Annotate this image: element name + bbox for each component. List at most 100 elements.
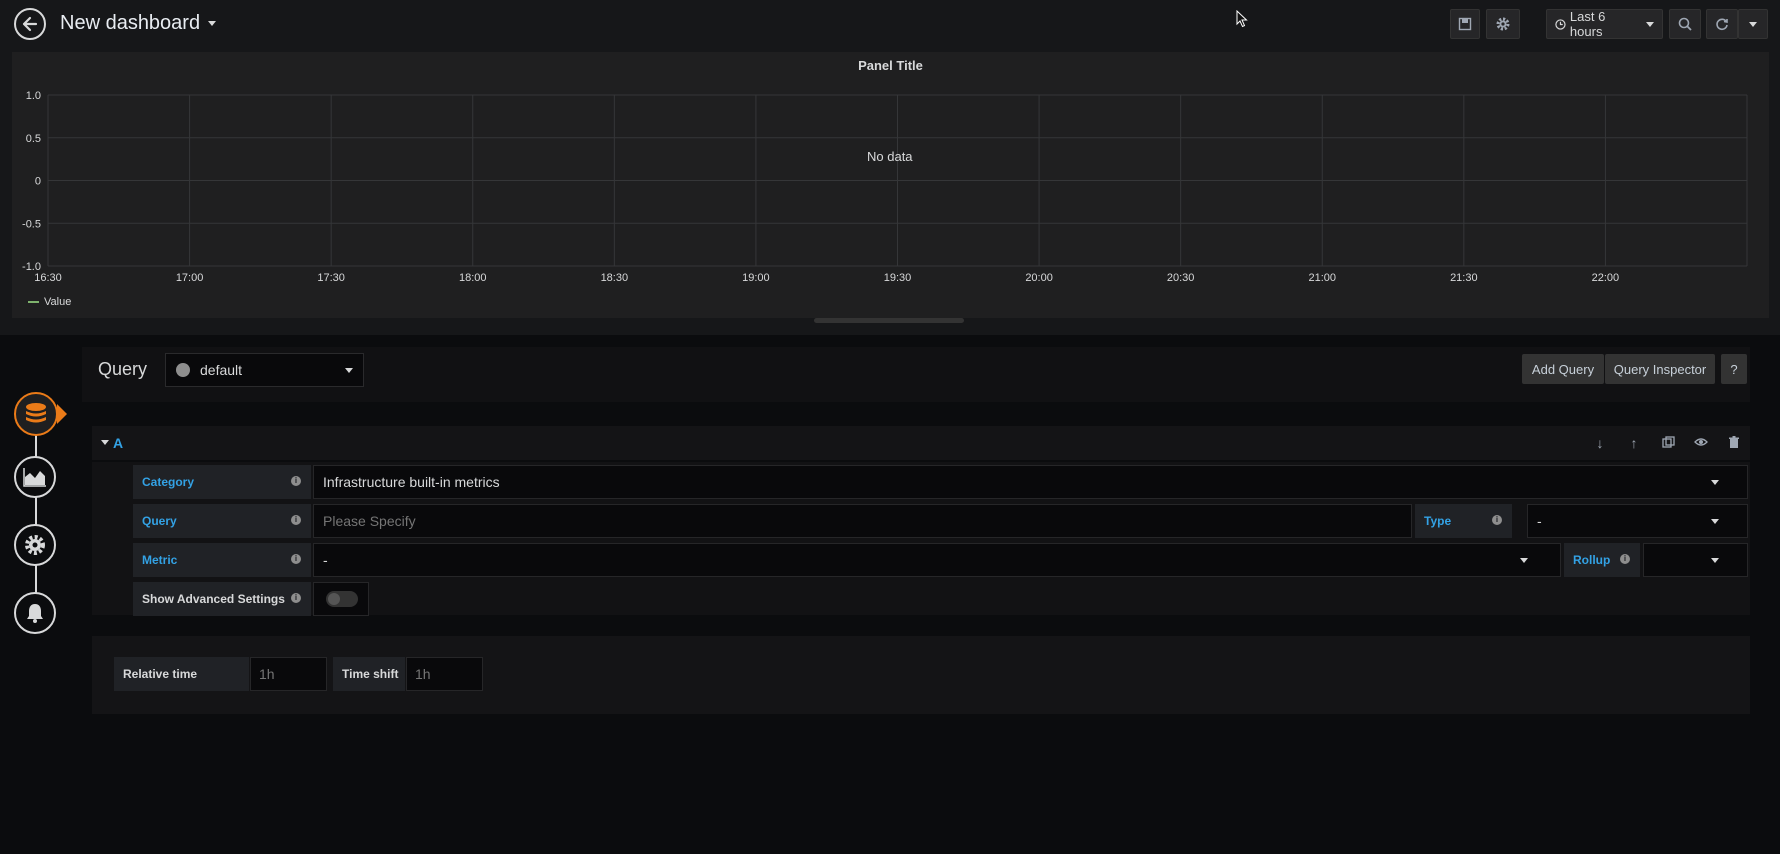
- rollup-select[interactable]: [1643, 543, 1748, 577]
- legend: Value: [28, 296, 71, 308]
- dashboard-title-text: New dashboard: [60, 12, 201, 34]
- advanced-settings-toggle[interactable]: [326, 591, 358, 607]
- zoom-out-icon: [1678, 17, 1692, 31]
- no-data-label: No data: [867, 149, 913, 164]
- collapse-caret-icon[interactable]: [101, 440, 109, 445]
- time-picker-button[interactable]: Last 6 hours: [1546, 9, 1663, 39]
- type-label-text: Type: [1424, 514, 1452, 528]
- chevron-down-icon: [1749, 21, 1757, 27]
- metric-select[interactable]: -: [313, 543, 1561, 577]
- query-field-label-text: Query: [142, 514, 177, 528]
- x-tick-label: 16:30: [34, 272, 62, 284]
- datasource-value: default: [200, 362, 243, 378]
- save-button[interactable]: [1450, 9, 1480, 39]
- gear-icon: [25, 535, 45, 555]
- chart-icon: [23, 468, 46, 487]
- query-section-title: Query: [98, 359, 148, 379]
- y-tick-label: 0: [35, 176, 41, 188]
- copy-icon[interactable]: [1661, 436, 1675, 450]
- x-tick-label: 19:30: [884, 272, 912, 284]
- trash-icon[interactable]: [1727, 436, 1741, 450]
- legend-series-value[interactable]: Value: [44, 296, 71, 308]
- x-tick-label: 21:00: [1308, 272, 1336, 284]
- category-value: Infrastructure built-in metrics: [323, 474, 500, 490]
- help-button[interactable]: ?: [1721, 354, 1747, 384]
- arrow-down-icon[interactable]: ↓: [1593, 436, 1607, 450]
- metric-value: -: [323, 552, 328, 568]
- advanced-settings-label: Show Advanced Settings i: [133, 582, 311, 616]
- mouse-cursor-icon: [1236, 10, 1248, 28]
- x-tick-label: 18:30: [601, 272, 629, 284]
- save-icon: [1458, 17, 1472, 31]
- query-row-header[interactable]: [92, 426, 1750, 460]
- arrow-up-icon[interactable]: ↑: [1627, 436, 1641, 450]
- info-icon[interactable]: i: [291, 593, 301, 603]
- query-inspector-button[interactable]: Query Inspector: [1605, 354, 1715, 384]
- chevron-down-icon: [1711, 479, 1719, 485]
- info-icon[interactable]: i: [1492, 515, 1502, 525]
- chevron-down-icon: [1520, 557, 1528, 563]
- settings-button[interactable]: [1486, 9, 1520, 39]
- type-value: -: [1537, 513, 1542, 529]
- advanced-settings-toggle-cell: [313, 582, 369, 616]
- time-shift-input[interactable]: [406, 657, 483, 691]
- sidebar-item-alert[interactable]: [14, 592, 56, 634]
- query-row-letter[interactable]: A: [113, 435, 123, 451]
- info-icon[interactable]: i: [291, 515, 301, 525]
- panel-resize-handle[interactable]: [814, 318, 964, 323]
- datasource-icon: [176, 363, 190, 377]
- relative-time-label: Relative time: [114, 657, 249, 691]
- chart-area: 1.00.50-0.5-1.016:30 17:00 17:30 18:00 18:30…: [22, 90, 1748, 284]
- category-select[interactable]: Infrastructure built-in metrics: [313, 465, 1748, 499]
- x-tick-label: 19:00: [742, 272, 770, 284]
- x-tick-label: 20:30: [1167, 272, 1195, 284]
- chevron-down-icon: [1646, 21, 1654, 27]
- x-tick-label: 18:00: [459, 272, 487, 284]
- clock-icon: [1555, 18, 1566, 30]
- zoom-out-button[interactable]: [1669, 9, 1701, 39]
- time-picker-label: Last 6 hours: [1569, 9, 1606, 39]
- x-tick-label: 21:30: [1450, 272, 1478, 284]
- refresh-button[interactable]: [1706, 9, 1738, 39]
- chevron-down-icon: [1711, 557, 1719, 563]
- query-field-label: Query i: [133, 504, 311, 538]
- sidebar-item-general[interactable]: [14, 524, 56, 566]
- toggle-knob: [328, 593, 340, 605]
- active-pointer-icon: [57, 404, 67, 424]
- type-select[interactable]: -: [1527, 504, 1748, 538]
- category-label-text: Category: [142, 475, 195, 489]
- eye-icon[interactable]: [1694, 436, 1708, 450]
- info-icon[interactable]: i: [291, 476, 301, 486]
- database-icon: [26, 403, 46, 423]
- info-icon[interactable]: i: [1620, 554, 1630, 564]
- rollup-label: Rollup i: [1564, 543, 1640, 577]
- chevron-down-icon: [345, 367, 353, 373]
- sidebar-item-visualization[interactable]: [14, 456, 56, 498]
- x-tick-label: 17:30: [317, 272, 345, 284]
- add-query-button[interactable]: Add Query: [1522, 354, 1604, 384]
- back-button[interactable]: [14, 8, 46, 40]
- relative-time-input[interactable]: [250, 657, 327, 691]
- y-tick-label: 1.0: [26, 90, 41, 102]
- x-tick-label: 22:00: [1592, 272, 1620, 284]
- chevron-down-icon: [208, 21, 217, 27]
- rollup-label-text: Rollup: [1573, 553, 1611, 567]
- type-label: Type i: [1415, 504, 1512, 538]
- gear-icon: [1496, 17, 1510, 31]
- bell-icon: [27, 604, 43, 623]
- y-tick-label: 0.5: [26, 133, 41, 145]
- chevron-down-icon: [1711, 518, 1719, 524]
- category-label: Category i: [133, 465, 311, 499]
- query-input[interactable]: [313, 504, 1412, 538]
- top-navbar: New dashboard Last 6 hours: [0, 0, 1780, 50]
- x-tick-label: 17:00: [176, 272, 204, 284]
- info-icon[interactable]: i: [291, 554, 301, 564]
- x-tick-label: 20:00: [1025, 272, 1053, 284]
- legend-swatch: [28, 301, 39, 303]
- dashboard-title[interactable]: New dashboard: [60, 12, 217, 35]
- metric-label: Metric i: [133, 543, 311, 577]
- sidebar-item-queries[interactable]: [14, 392, 58, 436]
- datasource-select[interactable]: default: [165, 353, 364, 387]
- refresh-icon: [1716, 18, 1728, 31]
- refresh-interval-dropdown[interactable]: [1738, 9, 1768, 39]
